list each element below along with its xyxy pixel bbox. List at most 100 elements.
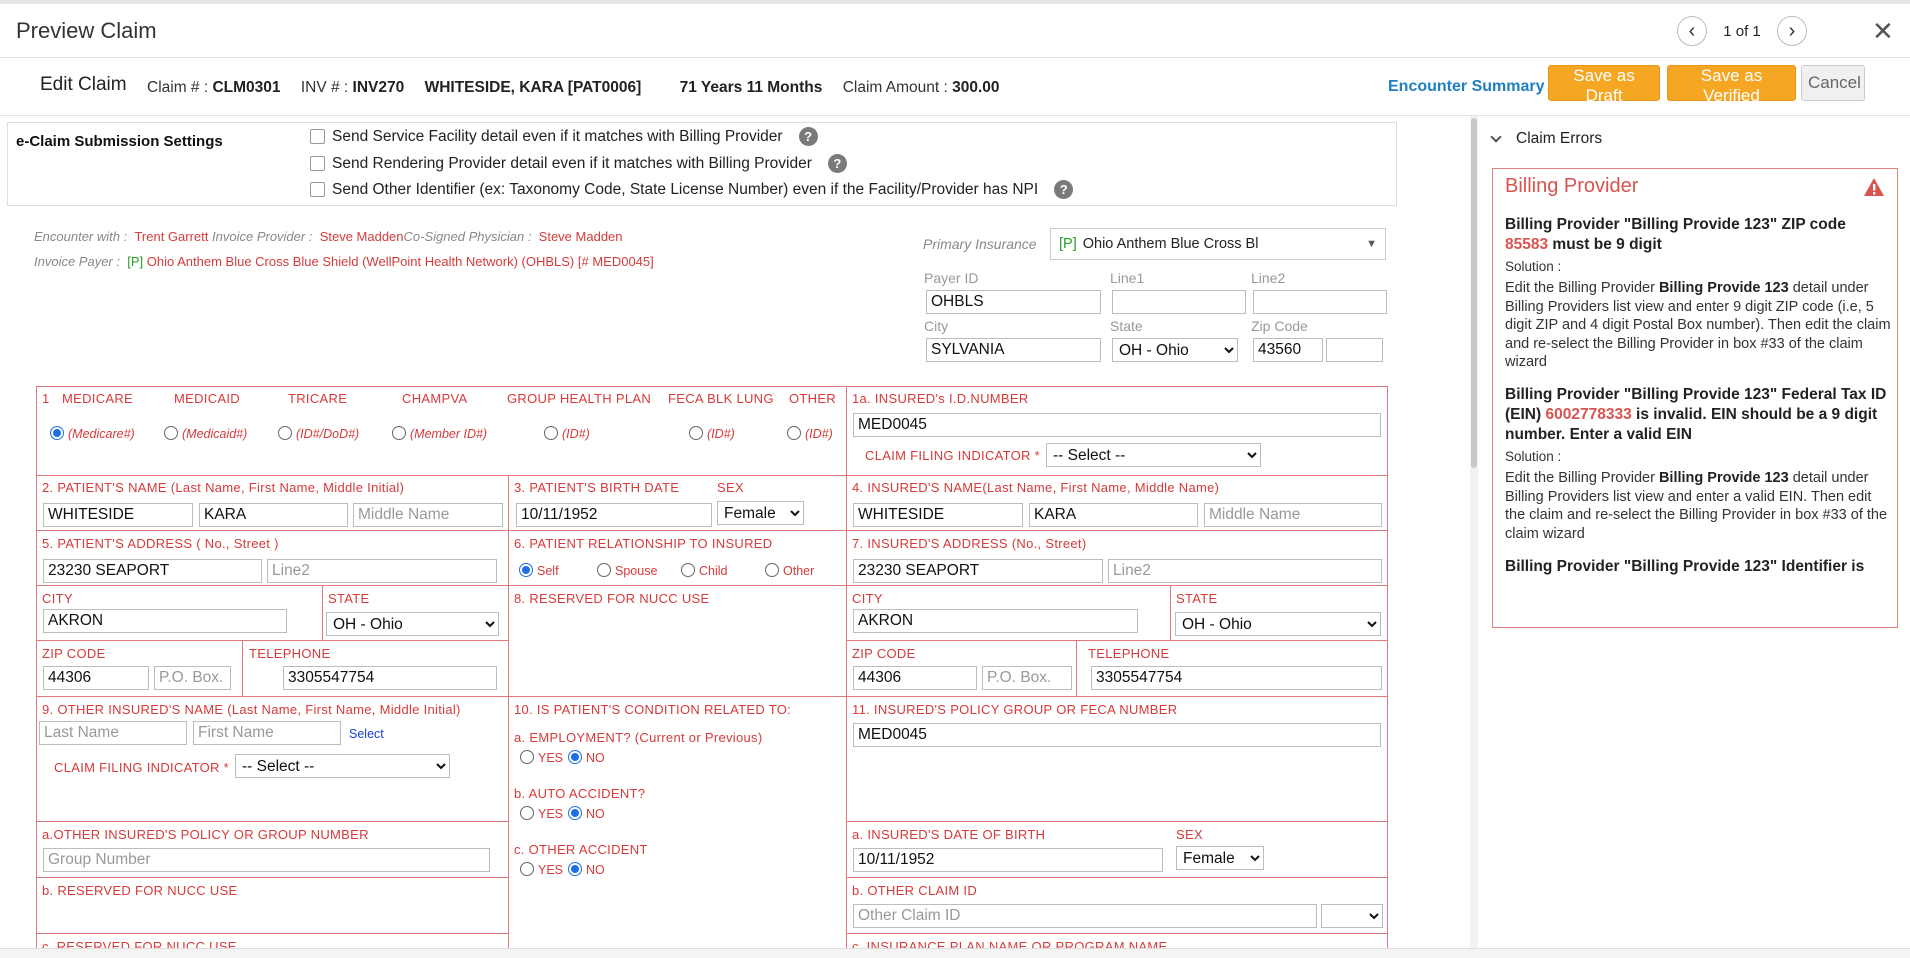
patient-state-select[interactable]: OH - Ohio <box>326 612 499 636</box>
primary-insurance-select[interactable]: [P] Ohio Anthem Blue Cross Bl ▼ <box>1050 228 1386 260</box>
feca-radio[interactable] <box>689 426 703 440</box>
zip-ext-input[interactable] <box>1326 338 1383 362</box>
box7-label: 7. INSURED'S ADDRESS (No., Street) <box>852 536 1087 551</box>
patient-first-name[interactable] <box>199 503 348 527</box>
patient-sex-select[interactable]: Female <box>717 501 804 525</box>
relation-spouse-radio[interactable] <box>597 563 611 577</box>
prev-record-button[interactable]: ‹ <box>1677 16 1707 46</box>
eclaim-settings: e-Claim Submission Settings Send Service… <box>7 122 1397 206</box>
insured-state-select[interactable]: OH - Ohio <box>1175 612 1381 636</box>
other-insured-first-name[interactable] <box>193 721 341 745</box>
claim-form-pane: e-Claim Submission Settings Send Service… <box>0 116 1468 948</box>
other-filing-select[interactable]: -- Select -- <box>235 754 450 778</box>
relation-self-radio[interactable] <box>519 563 533 577</box>
insured-street-input[interactable] <box>853 559 1103 583</box>
pager: ‹ 1 of 1 › <box>1677 16 1807 46</box>
chevron-left-icon: ‹ <box>1688 19 1696 42</box>
zip-input[interactable] <box>1253 338 1323 362</box>
insured-sex-select[interactable]: Female <box>1176 846 1264 870</box>
amount-label: Claim Amount : <box>842 79 948 96</box>
box7-city-label: CITY <box>852 591 883 606</box>
other-claim-id-input[interactable] <box>853 904 1317 928</box>
group-number-input[interactable] <box>43 848 490 872</box>
patient-dob-input[interactable] <box>516 503 712 527</box>
setting-option: Send Service Facility detail even if it … <box>310 127 818 146</box>
checkbox[interactable] <box>310 182 325 197</box>
other-insured-last-name[interactable] <box>39 721 187 745</box>
insured-last-name[interactable] <box>853 503 1023 527</box>
relation-child-radio[interactable] <box>681 563 695 577</box>
next-record-button[interactable]: › <box>1777 16 1807 46</box>
patient-pobox-input[interactable] <box>154 666 231 690</box>
claim-filing-select[interactable]: -- Select -- <box>1046 443 1261 467</box>
insured-middle-name[interactable] <box>1204 503 1382 527</box>
state-select[interactable]: OH - Ohio <box>1112 338 1238 362</box>
other-accident-label: c. OTHER ACCIDENT <box>514 842 648 857</box>
invoice-provider-label: Invoice Provider : <box>212 229 313 244</box>
insured-id-input[interactable] <box>853 413 1381 437</box>
payer-id-input[interactable] <box>926 290 1101 314</box>
checkbox[interactable] <box>310 156 325 171</box>
patient-line2-input[interactable] <box>267 559 497 583</box>
patient-middle-name[interactable] <box>353 503 503 527</box>
cancel-button[interactable]: Cancel <box>1801 65 1865 101</box>
insured-dob-input[interactable] <box>853 848 1163 872</box>
policy-group-input[interactable] <box>853 723 1381 747</box>
city-input[interactable] <box>926 338 1101 362</box>
insured-pobox-input[interactable] <box>982 666 1072 690</box>
select-other-insured-link[interactable]: Select <box>349 727 384 741</box>
other-radio[interactable] <box>787 426 801 440</box>
help-icon[interactable]: ? <box>798 127 818 146</box>
other-accident-yes-radio[interactable] <box>520 862 534 876</box>
insured-telephone-input[interactable] <box>1091 666 1382 690</box>
close-icon[interactable]: ✕ <box>1872 16 1894 47</box>
box5-city-label: CITY <box>42 591 73 606</box>
claim-errors-title: Claim Errors <box>1516 130 1603 147</box>
medicaid-id: (Medicaid#) <box>182 427 248 441</box>
champva-radio[interactable] <box>392 426 406 440</box>
help-icon[interactable]: ? <box>827 154 847 173</box>
auto-no-radio[interactable] <box>568 806 582 820</box>
patient-city-input[interactable] <box>43 609 287 633</box>
encounter-summary-link[interactable]: Encounter Summary <box>1388 78 1544 96</box>
tricare-radio[interactable] <box>278 426 292 440</box>
medicaid-radio[interactable] <box>164 426 178 440</box>
form-scrollbar[interactable] <box>1470 116 1478 948</box>
scroll-thumb[interactable] <box>1471 118 1477 468</box>
patient-street-input[interactable] <box>43 559 262 583</box>
solution-text: Edit the Billing Provider Billing Provid… <box>1505 469 1895 543</box>
line2-input[interactable] <box>1253 290 1387 314</box>
checkbox[interactable] <box>310 129 325 144</box>
box9c-label: c. RESERVED FOR NUCC USE <box>42 939 237 948</box>
save-as-verified-button[interactable]: Save as Verified <box>1667 65 1796 105</box>
employment-no-radio[interactable] <box>568 750 582 764</box>
employment-yes-radio[interactable] <box>520 750 534 764</box>
other-claim-id-select[interactable] <box>1321 904 1383 928</box>
claim-errors-toggle[interactable]: Claim Errors <box>1490 130 1603 148</box>
save-as-draft-button[interactable]: Save as Draft <box>1548 65 1660 105</box>
cosigned-physician: Steve Madden <box>538 229 623 244</box>
line1-input[interactable] <box>1112 290 1246 314</box>
employment-label: a. EMPLOYMENT? (Current or Previous) <box>514 730 763 745</box>
insured-zip-input[interactable] <box>853 666 977 690</box>
patient-telephone-input[interactable] <box>283 666 497 690</box>
other-accident-no-radio[interactable] <box>568 862 582 876</box>
auto-yes-radio[interactable] <box>520 806 534 820</box>
medicare-radio[interactable] <box>50 426 64 440</box>
box8-label: 8. RESERVED FOR NUCC USE <box>514 591 710 606</box>
relation-other-radio[interactable] <box>765 563 779 577</box>
auto-yes-label: YES <box>538 807 564 821</box>
medicare-id: (Medicare#) <box>68 427 135 441</box>
insured-city-input[interactable] <box>853 609 1138 633</box>
patient-last-name[interactable] <box>43 503 193 527</box>
group-health-radio[interactable] <box>544 426 558 440</box>
employment-yes-label: YES <box>538 751 564 765</box>
help-icon[interactable]: ? <box>1054 180 1074 199</box>
patient-zip-input[interactable] <box>43 666 149 690</box>
bottom-edge <box>0 948 1910 958</box>
box2-label: 2. PATIENT'S NAME (Last Name, First Name… <box>42 480 405 495</box>
insured-first-name[interactable] <box>1029 503 1198 527</box>
title-bar: Preview Claim ‹ 1 of 1 › ✕ <box>0 0 1910 58</box>
insured-line2-input[interactable] <box>1108 559 1382 583</box>
edit-claim-title: Edit Claim <box>40 74 127 95</box>
